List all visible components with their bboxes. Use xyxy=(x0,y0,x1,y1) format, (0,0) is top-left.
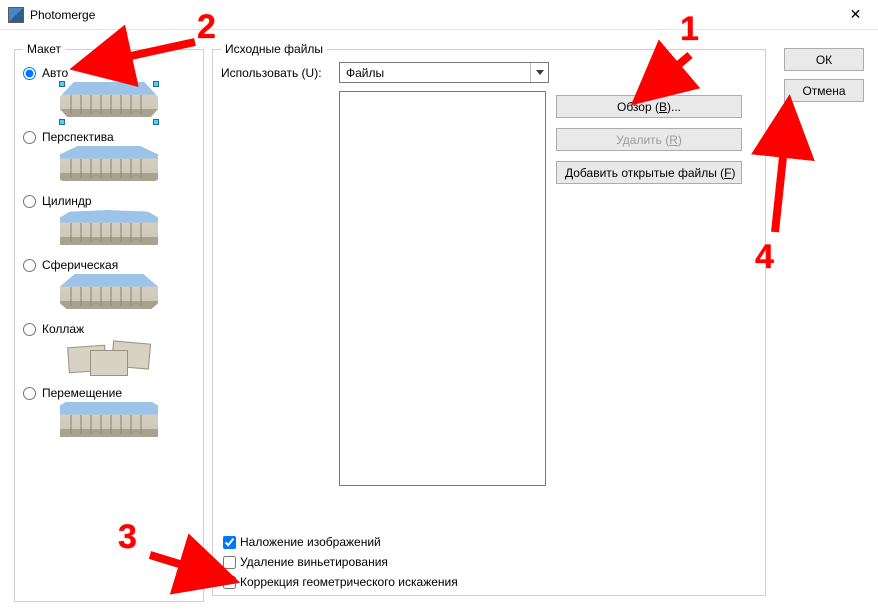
thumb-cylinder xyxy=(60,210,158,252)
thumb-perspective xyxy=(60,146,158,188)
chevron-down-icon xyxy=(530,63,548,82)
window-title: Photomerge xyxy=(30,8,95,22)
radio-label: Коллаж xyxy=(42,322,84,336)
layout-option-spherical[interactable]: Сферическая xyxy=(23,258,195,272)
layout-option-auto[interactable]: Авто xyxy=(23,66,195,80)
dialog-body: Макет Авто Перспектива Цилиндр xyxy=(0,30,878,610)
radio-auto[interactable] xyxy=(23,67,36,80)
radio-perspective[interactable] xyxy=(23,131,36,144)
radio-cylinder[interactable] xyxy=(23,195,36,208)
use-row: Использовать (U): Файлы xyxy=(221,62,757,83)
file-area: Обзор (B)... Удалить (R) Добавить открыт… xyxy=(221,91,757,486)
action-column: ОК Отмена xyxy=(774,42,864,596)
check-label: Наложение изображений xyxy=(240,535,381,549)
check-label: Удаление виньетирования xyxy=(240,555,388,569)
layout-option-collage[interactable]: Коллаж xyxy=(23,322,195,336)
source-column: Исходные файлы Использовать (U): Файлы О… xyxy=(212,42,766,596)
radio-label: Сферическая xyxy=(42,258,118,272)
radio-label: Авто xyxy=(42,66,68,80)
thumb-reposition xyxy=(60,402,158,444)
source-legend: Исходные файлы xyxy=(221,42,327,56)
checkbox-vignette[interactable] xyxy=(223,556,236,569)
use-value: Файлы xyxy=(346,66,384,80)
layout-option-cylinder[interactable]: Цилиндр xyxy=(23,194,195,208)
add-open-files-button[interactable]: Добавить открытые файлы (F) xyxy=(556,161,742,184)
cancel-button[interactable]: Отмена xyxy=(784,79,864,102)
use-label: Использовать (U): xyxy=(221,66,333,80)
use-select[interactable]: Файлы xyxy=(339,62,549,83)
radio-spherical[interactable] xyxy=(23,259,36,272)
ok-button[interactable]: ОК xyxy=(784,48,864,71)
radio-label: Перспектива xyxy=(42,130,114,144)
thumb-spherical xyxy=(60,274,158,316)
radio-collage[interactable] xyxy=(23,323,36,336)
layout-column: Макет Авто Перспектива Цилиндр xyxy=(14,42,204,602)
check-label: Коррекция геометрического искажения xyxy=(240,575,458,589)
remove-button: Удалить (R) xyxy=(556,128,742,151)
check-geometric[interactable]: Коррекция геометрического искажения xyxy=(223,575,458,589)
checkbox-geometric[interactable] xyxy=(223,576,236,589)
thumb-auto xyxy=(60,82,158,124)
titlebar: Photomerge ✕ xyxy=(0,0,878,30)
app-icon xyxy=(8,7,24,23)
layout-legend: Макет xyxy=(23,42,65,56)
check-vignette[interactable]: Удаление виньетирования xyxy=(223,555,458,569)
checkbox-blend[interactable] xyxy=(223,536,236,549)
radio-reposition[interactable] xyxy=(23,387,36,400)
file-buttons: Обзор (B)... Удалить (R) Добавить открыт… xyxy=(556,95,742,486)
file-list[interactable] xyxy=(339,91,546,486)
radio-label: Цилиндр xyxy=(42,194,92,208)
browse-button[interactable]: Обзор (B)... xyxy=(556,95,742,118)
close-icon: ✕ xyxy=(850,6,862,23)
check-blend[interactable]: Наложение изображений xyxy=(223,535,458,549)
thumb-collage xyxy=(60,338,158,380)
layout-option-reposition[interactable]: Перемещение xyxy=(23,386,195,400)
layout-fieldset: Макет Авто Перспектива Цилиндр xyxy=(14,42,204,602)
source-fieldset: Исходные файлы Использовать (U): Файлы О… xyxy=(212,42,766,596)
close-button[interactable]: ✕ xyxy=(833,0,878,30)
radio-label: Перемещение xyxy=(42,386,122,400)
layout-option-perspective[interactable]: Перспектива xyxy=(23,130,195,144)
checks: Наложение изображений Удаление виньетиро… xyxy=(223,535,458,589)
